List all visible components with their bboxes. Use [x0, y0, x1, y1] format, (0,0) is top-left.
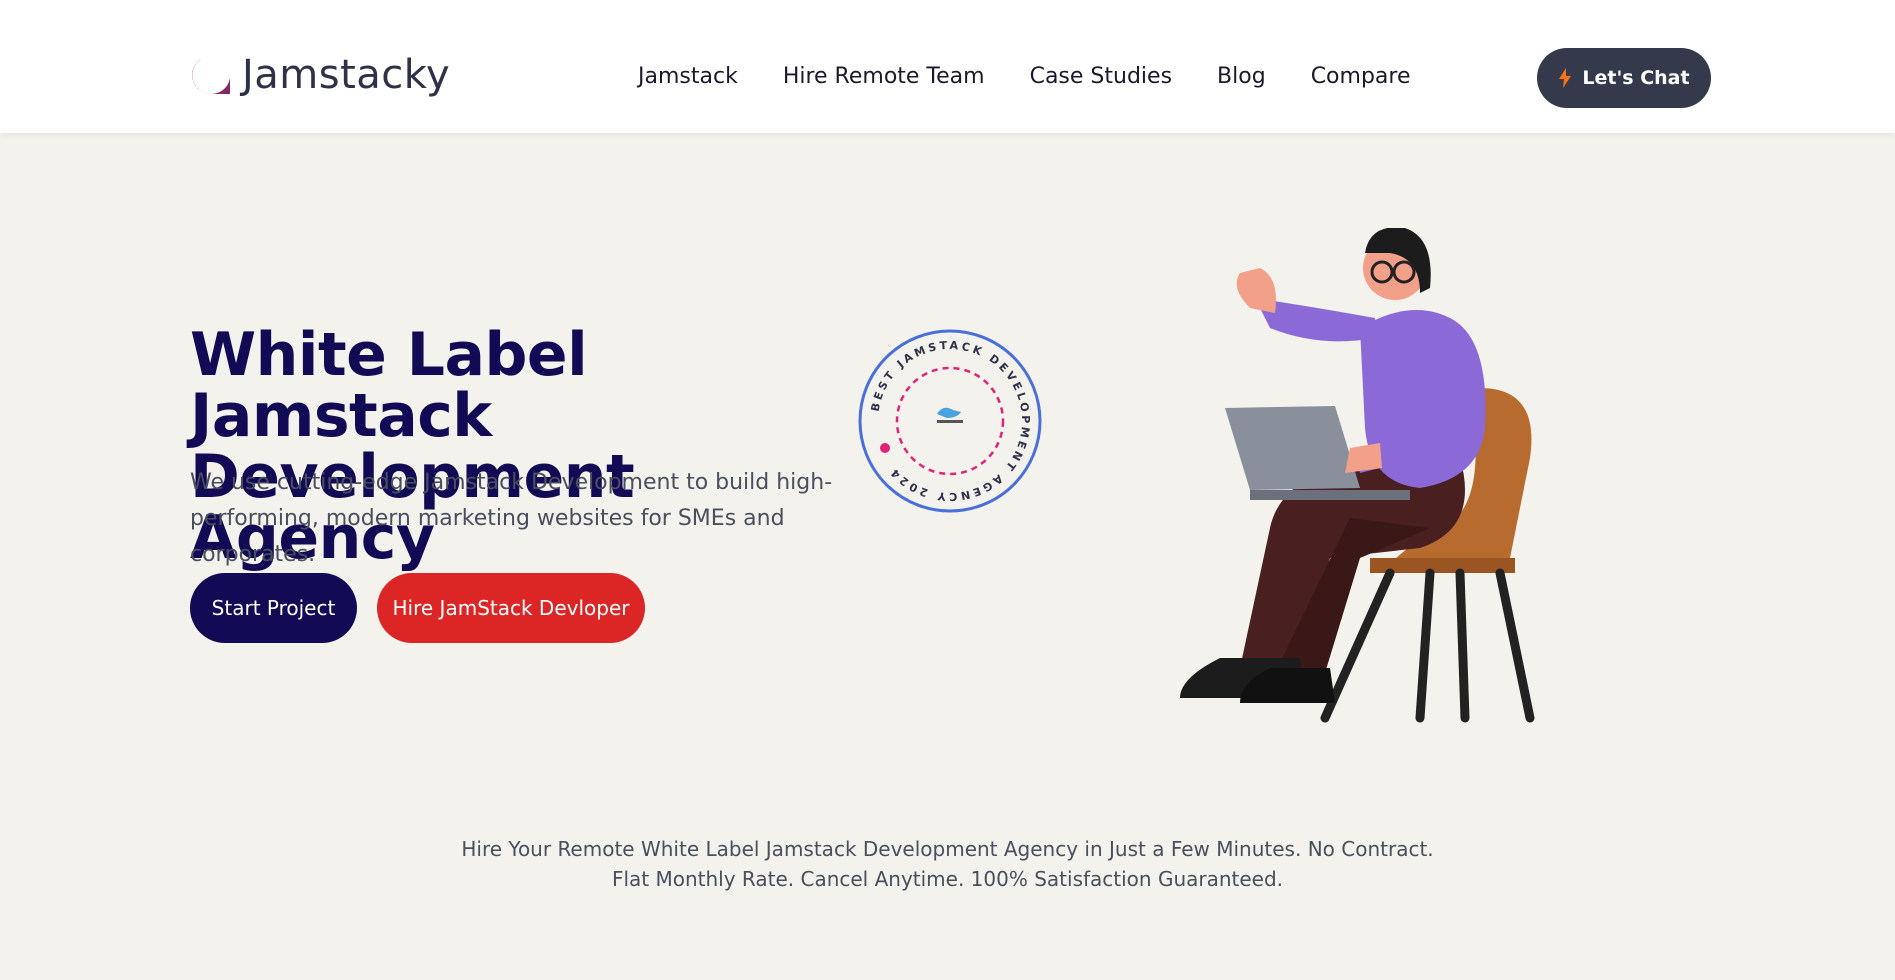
nav-case-studies[interactable]: Case Studies — [1030, 64, 1172, 89]
nav-jamstack[interactable]: Jamstack — [638, 64, 738, 89]
nav-blog[interactable]: Blog — [1217, 64, 1266, 89]
nav-compare[interactable]: Compare — [1311, 64, 1411, 89]
jamstacky-logo-icon — [192, 56, 230, 94]
logo-text: Jamstacky — [242, 52, 451, 98]
start-project-button[interactable]: Start Project — [190, 573, 357, 643]
tagline: Hire Your Remote White Label Jamstack De… — [461, 837, 1434, 891]
site-header: Jamstacky Jamstack Hire Remote Team Case… — [0, 0, 1895, 133]
hire-developer-button[interactable]: Hire JamStack Devloper — [377, 573, 645, 643]
hero-subtitle: We use cutting-edge Jamstack Development… — [190, 470, 833, 567]
best-agency-badge: BEST JAMSTACK DEVELOPMENT AGENCY 2024 — [858, 329, 1042, 513]
woman-laptop-illustration — [1180, 228, 1535, 723]
nav-hire-remote-team[interactable]: Hire Remote Team — [783, 64, 985, 89]
main-nav: Jamstack Hire Remote Team Case Studies B… — [638, 64, 1410, 89]
logo[interactable]: Jamstacky — [190, 52, 450, 98]
lets-chat-button[interactable]: Let's Chat — [1537, 48, 1711, 108]
lets-chat-label: Let's Chat — [1582, 67, 1690, 89]
lightning-icon — [1559, 68, 1572, 88]
hero-title-line1: White Label Jamstack — [190, 320, 588, 451]
